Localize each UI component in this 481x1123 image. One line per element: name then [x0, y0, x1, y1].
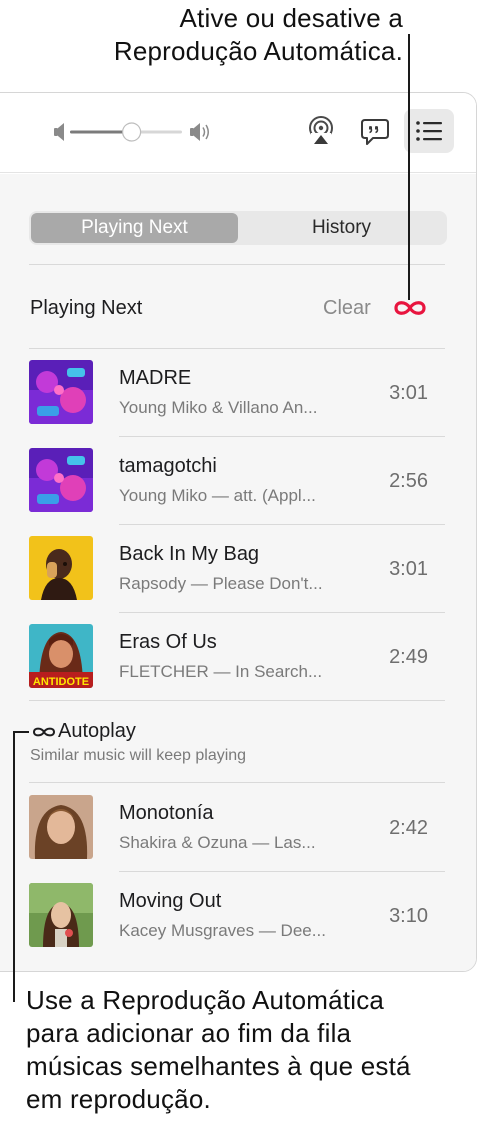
track-duration: 3:10 — [389, 905, 428, 927]
track-title: Moving Out — [119, 890, 222, 912]
queue-track-row[interactable]: Back In My Bag Rapsody — Please Don't...… — [29, 536, 445, 624]
album-art — [29, 448, 93, 512]
divider — [119, 524, 445, 525]
autoplay-track-row[interactable]: Moving Out Kacey Musgraves — Dee... 3:10 — [29, 883, 445, 971]
volume-slider[interactable] — [52, 118, 214, 146]
divider — [119, 612, 445, 613]
track-title: tamagotchi — [119, 455, 217, 477]
queue-track-row[interactable]: ANTIDOTE Eras Of Us FLETCHER — In Search… — [29, 624, 445, 712]
airplay-icon — [309, 116, 333, 145]
callout-bottom-line-3: músicas semelhantes à que está — [26, 1051, 411, 1081]
track-duration: 2:49 — [389, 646, 428, 668]
tab-playing-next[interactable]: Playing Next — [31, 213, 238, 243]
track-subtitle: FLETCHER — In Search... — [119, 662, 323, 681]
clear-button[interactable]: Clear — [323, 297, 371, 320]
divider — [29, 782, 445, 783]
track-subtitle: Rapsody — Please Don't... — [119, 574, 323, 593]
queue-track-row[interactable]: tamagotchi Young Miko — att. (Appl... 2:… — [29, 448, 445, 536]
track-duration: 3:01 — [389, 558, 428, 580]
album-art — [29, 536, 93, 600]
album-art — [29, 883, 93, 947]
lyrics-button[interactable] — [357, 114, 393, 150]
callout-autoplay-description: Use a Reprodução Automática para adicion… — [26, 984, 476, 1116]
queue-segmented-control: Playing Next History — [29, 211, 447, 245]
callout-bottom-line-2: para adicionar ao fim da fila — [26, 1018, 352, 1048]
lyrics-icon — [361, 119, 389, 145]
autoplay-toggle-button[interactable] — [390, 295, 430, 321]
playing-next-heading: Playing Next — [30, 297, 143, 319]
track-title: Monotonía — [119, 802, 214, 824]
track-subtitle: Young Miko — att. (Appl... — [119, 486, 316, 505]
queue-list-icon — [416, 121, 442, 141]
track-duration: 3:01 — [389, 382, 428, 404]
callout-leader-line — [408, 34, 410, 300]
album-art: ANTIDOTE — [29, 624, 93, 688]
callout-bottom-line-1: Use a Reprodução Automática — [26, 985, 385, 1015]
album-art — [29, 795, 93, 859]
divider — [29, 264, 445, 265]
divider — [29, 348, 445, 349]
track-subtitle: Shakira & Ozuna — Las... — [119, 833, 316, 852]
track-duration: 2:56 — [389, 470, 428, 492]
volume-control — [52, 118, 214, 146]
album-art-label: ANTIDOTE — [33, 676, 89, 688]
track-duration: 2:42 — [389, 817, 428, 839]
callout-leader-line — [13, 731, 29, 733]
queue-track-row[interactable]: MADRE Young Miko & Villano An... 3:01 — [29, 360, 445, 448]
tab-history[interactable]: History — [238, 213, 445, 243]
divider — [119, 871, 445, 872]
infinity-icon — [32, 727, 56, 737]
callout-autoplay-toggle: Ative ou desative a Reprodução Automátic… — [114, 2, 403, 68]
speaker-low-icon — [54, 123, 64, 141]
track-title: Back In My Bag — [119, 543, 260, 565]
autoplay-heading: Autoplay — [58, 720, 136, 742]
track-title: Eras Of Us — [119, 631, 217, 653]
autoplay-subtitle: Similar music will keep playing — [30, 747, 247, 764]
album-art — [29, 360, 93, 424]
callout-leader-line — [13, 731, 15, 1002]
divider — [29, 700, 445, 701]
queue-button[interactable] — [404, 109, 454, 153]
speaker-high-icon — [190, 123, 200, 141]
callout-top-line-1: Ative ou desative a — [179, 3, 403, 33]
divider — [119, 436, 445, 437]
track-subtitle: Kacey Musgraves — Dee... — [119, 921, 326, 940]
callout-top-line-2: Reprodução Automática. — [113, 36, 403, 66]
infinity-icon — [394, 301, 426, 315]
track-title: MADRE — [119, 367, 192, 389]
callout-bottom-line-4: em reprodução. — [26, 1084, 211, 1114]
track-subtitle: Young Miko & Villano An... — [119, 398, 318, 417]
autoplay-track-row[interactable]: Monotonía Shakira & Ozuna — Las... 2:42 — [29, 795, 445, 883]
airplay-button[interactable] — [303, 113, 339, 149]
